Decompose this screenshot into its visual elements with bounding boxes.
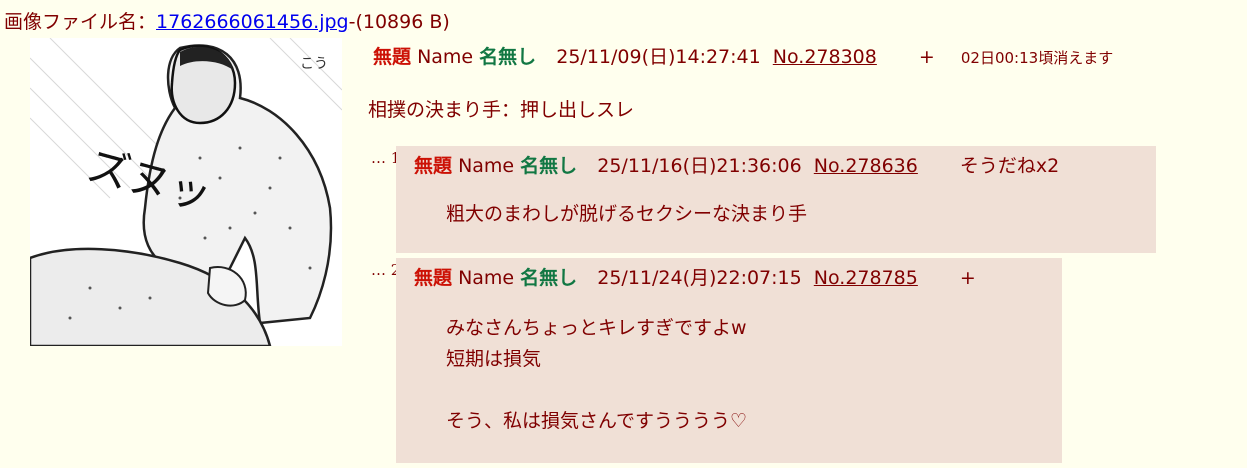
reply-number-link[interactable]: No.278785 [814, 267, 918, 289]
op-name: 名無し [479, 46, 537, 68]
reply-line: 粗大のまわしが脱げるセクシーな決まり手 [446, 203, 808, 225]
reply-date: 25/11/16(日)21:36:06 [597, 155, 802, 177]
file-info: 画像ファイル名：1762666061456.jpg-(10896 B) [4, 7, 450, 34]
reply-line: 短期は損気 [446, 348, 542, 370]
reply-header: 無題 Name 名無し 25/11/16(日)21:36:06 No.27863… [414, 151, 1059, 178]
reply-subject: 無題 [414, 267, 453, 289]
file-size: -(10896 B) [348, 11, 450, 33]
sodane-button[interactable]: そうだねx2 [960, 155, 1059, 177]
reply-line [446, 375, 747, 406]
op-header: 無題 Name 名無し 25/11/09(日)14:27:41 No.27830… [373, 42, 1113, 69]
op-delete-notice: 02日00:13頃消えます [960, 49, 1114, 67]
reply-line: みなさんちょっとキレすぎですよw [446, 317, 747, 339]
op-subject: 無題 [373, 46, 412, 68]
reply-box: 無題 Name 名無し 25/11/16(日)21:36:06 No.27863… [396, 146, 1156, 253]
reply-line: そう、私は損気さんですうううう♡ [446, 410, 748, 432]
reply-name-label: Name [458, 155, 515, 177]
thumbnail-image[interactable]: ズヌッ こう [30, 38, 342, 346]
reply-header: 無題 Name 名無し 25/11/24(月)22:07:15 No.27878… [414, 263, 976, 290]
file-link[interactable]: 1762666061456.jpg [156, 11, 349, 33]
reply-name: 名無し [520, 267, 578, 289]
reply-date: 25/11/24(月)22:07:15 [597, 267, 802, 289]
op-plus-button[interactable]: + [919, 46, 935, 68]
file-label: 画像ファイル名： [4, 11, 157, 33]
reply-body: みなさんちょっとキレすぎですよw 短期は損気 そう、私は損気さんですうううう♡ [446, 313, 747, 437]
op-body: 相撲の決まり手：押し出しスレ [368, 99, 635, 121]
reply-name: 名無し [520, 155, 578, 177]
op-number-link[interactable]: No.278308 [773, 46, 877, 68]
op-name-label: Name [417, 46, 474, 68]
reply-plus-button[interactable]: + [960, 267, 976, 289]
reply-subject: 無題 [414, 155, 453, 177]
reply-number-link[interactable]: No.278636 [814, 155, 918, 177]
reply-body: 粗大のまわしが脱げるセクシーな決まり手 [446, 199, 807, 230]
sfx-small-text: こう [300, 56, 328, 72]
reply-box: 無題 Name 名無し 25/11/24(月)22:07:15 No.27878… [396, 258, 1062, 463]
op-date: 25/11/09(日)14:27:41 [556, 46, 761, 68]
reply-name-label: Name [458, 267, 515, 289]
